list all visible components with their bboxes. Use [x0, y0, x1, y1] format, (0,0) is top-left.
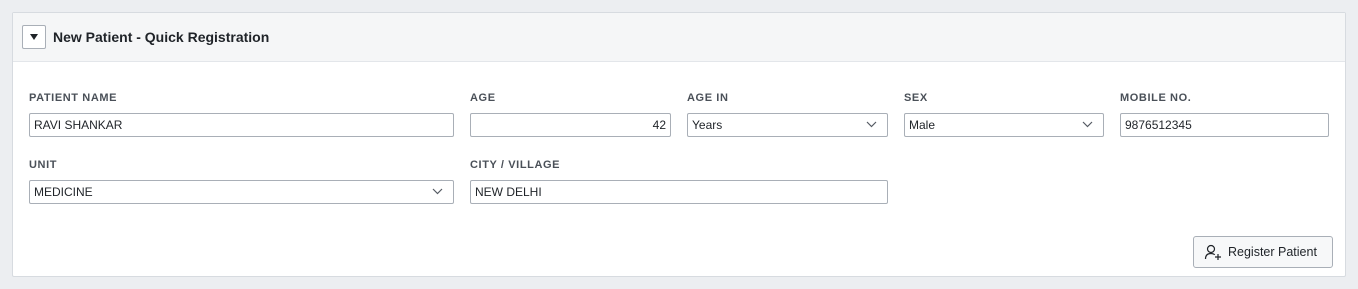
unit-select[interactable]: MEDICINE [29, 180, 454, 204]
unit-label: UNIT [29, 159, 58, 171]
mobile-label: MOBILE NO. [1120, 92, 1192, 104]
chevron-down-icon [1082, 121, 1093, 128]
city-label: CITY / VILLAGE [470, 159, 561, 171]
sex-label: SEX [904, 92, 928, 104]
age-in-value: Years [692, 118, 723, 132]
chevron-down-icon [432, 188, 443, 195]
chevron-down-icon [866, 121, 877, 128]
mobile-input[interactable] [1120, 113, 1329, 137]
register-patient-button[interactable]: Register Patient [1193, 236, 1333, 268]
collapse-toggle-button[interactable] [22, 25, 46, 49]
panel-header: New Patient - Quick Registration [13, 13, 1345, 62]
city-input[interactable] [470, 180, 888, 204]
caret-down-icon [30, 34, 38, 40]
age-input[interactable] [470, 113, 671, 137]
age-in-label: AGE IN [687, 92, 729, 104]
register-patient-label: Register Patient [1228, 245, 1317, 259]
patient-name-label: PATIENT NAME [29, 92, 118, 104]
sex-value: Male [909, 118, 936, 132]
unit-value: MEDICINE [34, 185, 93, 199]
panel-title: New Patient - Quick Registration [53, 29, 270, 45]
add-user-icon [1204, 244, 1221, 260]
age-label: AGE [470, 92, 496, 104]
age-in-select[interactable]: Years [687, 113, 888, 137]
quick-registration-panel: New Patient - Quick Registration PATIENT… [12, 12, 1346, 277]
patient-name-input[interactable] [29, 113, 454, 137]
sex-select[interactable]: Male [904, 113, 1104, 137]
